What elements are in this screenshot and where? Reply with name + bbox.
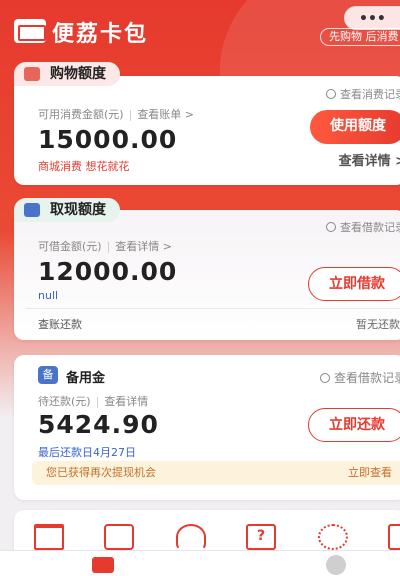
wallet-logo-icon [14,19,46,43]
shopping-quota-card: 查看消费记录 可用消费金额(元) | 查看账单 > 15000.00 商城消费 想花… [14,76,400,185]
reserve-view-details-link[interactable]: 查看详情 [104,395,148,408]
shopping-chip-label: 购物额度 [50,66,106,82]
customer-service-icon[interactable] [176,524,206,550]
tab-wallet-icon[interactable] [92,557,114,573]
loan-record-text[interactable]: 查看借款记录 [340,221,400,234]
cash-card-icon [24,203,40,217]
cash-quota-card: 查看借款记录 可借金额(元) | 查看详情 > 12000.00 null 立即借款… [14,210,400,340]
consumption-record-link[interactable]: 查看消费记录 [326,86,400,102]
view-bill-link[interactable]: 查看账单 > [137,108,194,121]
cash-quota-chip: 取现额度 [14,198,120,222]
cash-sub-text: null [38,289,59,302]
pending-label-row: 待还款(元) | 查看详情 [38,395,149,408]
bank-card-icon[interactable] [104,524,134,550]
loan-record-link[interactable]: 查看借款记录 [326,219,400,235]
reserve-record-link[interactable]: 查看借款记录 [319,369,400,386]
miniapp-menu-capsule[interactable]: ••• [344,6,400,30]
repay-now-button[interactable]: 立即还款 [308,408,400,442]
repay-link[interactable]: 查账还款 [38,316,82,332]
more-dots-icon[interactable]: ••• [359,11,386,27]
bottom-tab-bar [0,550,400,576]
last-repay-date: 最后还款日4月27日 [38,446,136,459]
repayment-status: 暂无还款 [356,318,400,331]
clock-icon [326,222,336,232]
clock-icon [319,373,330,383]
reserve-title: 备用金 [66,371,106,386]
borrow-label-row: 可借金额(元) | 查看详情 > [38,240,173,253]
cash-chip-label: 取现额度 [50,202,106,218]
reserve-badge-icon: 备 [38,366,58,384]
pending-repay-label: 待还款(元) [38,395,91,408]
card-divider [26,308,400,309]
cash-view-details-link[interactable]: 查看详情 > [115,240,172,253]
mall-promo-text: 商城消费 想花就花 [38,160,130,173]
available-label-row: 可用消费金额(元) | 查看账单 > [38,108,195,121]
app-title: 便荔卡包 [52,22,149,47]
clock-icon [326,89,336,99]
top-bar: 便荔卡包 ••• 先购物 后消费 [0,0,400,60]
banner-text: 您已获得再次提现机会 [46,466,156,479]
reserve-amount: 5424.90 [38,410,159,439]
shopping-amount: 15000.00 [38,125,178,154]
tagline-badge: 先购物 后消费 [320,28,400,46]
yen-box-icon[interactable] [34,524,64,550]
help-question-icon[interactable]: ? [246,524,276,550]
available-amount-label: 可用消费金额(元) [38,108,124,121]
view-details-link[interactable]: 查看详情 > [339,150,400,169]
document-icon[interactable] [388,524,400,550]
consumption-record-text[interactable]: 查看消费记录 [340,88,400,101]
borrowable-amount-label: 可借金额(元) [38,240,102,253]
use-quota-button[interactable]: 使用额度 [310,110,400,144]
borrow-now-button[interactable]: 立即借款 [308,267,400,301]
settings-gear-icon[interactable] [318,524,348,550]
shopping-quota-chip: 购物额度 [14,62,120,86]
reserve-fund-card: 备 备用金 查看借款记录 待还款(元) | 查看详情 5424.90 最后还款日4月… [14,355,400,500]
banner-view-now[interactable]: 立即查看 [348,461,392,485]
withdraw-chance-banner[interactable]: 您已获得再次提现机会 立即查看 [32,461,400,485]
shopping-bag-icon [24,67,40,81]
reserve-record-text[interactable]: 查看借款记录 [334,371,400,385]
cash-amount: 12000.00 [38,257,178,286]
tab-profile-icon[interactable] [326,555,346,575]
